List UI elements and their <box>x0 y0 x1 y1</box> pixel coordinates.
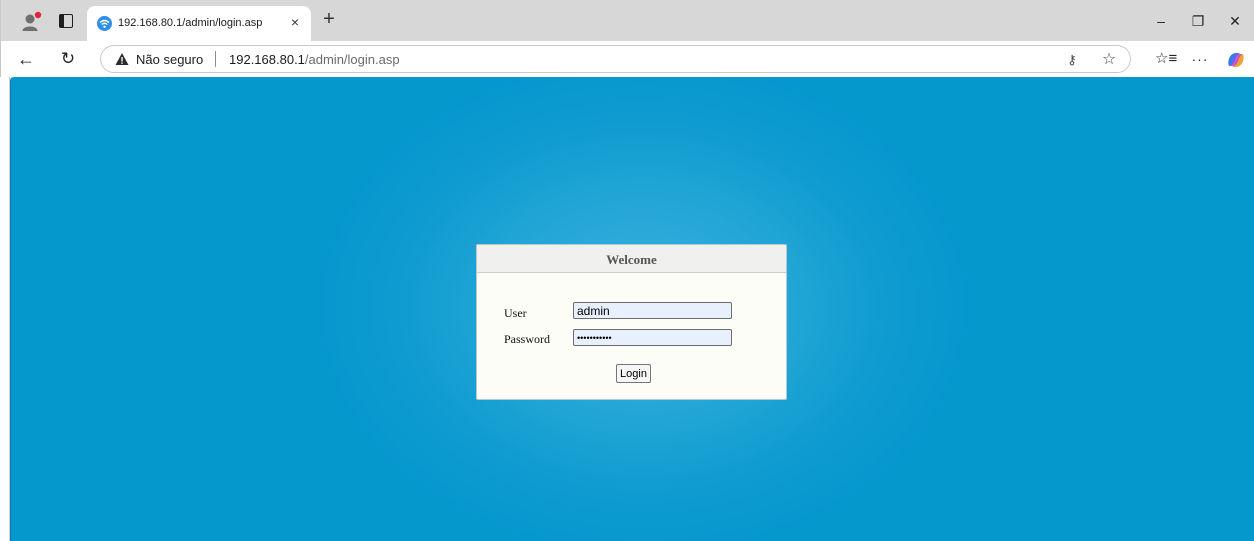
restore-button[interactable]: ❐ <box>1186 10 1210 32</box>
tab-login[interactable]: 192.168.80.1/admin/login.asp × <box>87 6 311 41</box>
new-tab-button[interactable]: + <box>319 9 339 30</box>
profile-icon[interactable] <box>21 11 43 33</box>
key-icon[interactable]: ⚷ <box>1063 51 1081 69</box>
wifi-favicon-icon <box>97 16 112 31</box>
copilot-icon[interactable] <box>1225 49 1247 71</box>
close-window-button[interactable]: ✕ <box>1223 10 1247 32</box>
tab-bar: 192.168.80.1/admin/login.asp × + – ❐ ✕ <box>0 0 1254 41</box>
tab-title: 192.168.80.1/admin/login.asp <box>118 17 263 29</box>
url-text[interactable]: 192.168.80.1/admin/login.asp <box>229 52 400 67</box>
refresh-button[interactable]: ↻ <box>57 48 79 70</box>
password-label: Password <box>504 332 551 346</box>
address-bar[interactable]: Não seguro 192.168.80.1/admin/login.asp … <box>100 45 1131 73</box>
url-host: 192.168.80.1 <box>229 52 305 67</box>
star-icon[interactable]: ☆ <box>1099 50 1119 70</box>
login-button[interactable]: Login <box>616 364 651 383</box>
password-input[interactable] <box>573 329 732 346</box>
address-divider <box>215 51 216 67</box>
login-title: Welcome <box>606 252 657 267</box>
login-panel-header: Welcome <box>477 245 786 273</box>
tab-close-button[interactable]: × <box>287 14 303 30</box>
security-status[interactable]: Não seguro <box>136 52 203 67</box>
minimize-button[interactable]: – <box>1149 10 1173 32</box>
back-button[interactable]: ← <box>15 48 37 70</box>
browser-toolbar: ← ↻ Não seguro 192.168.80.1/admin/login.… <box>0 41 1254 77</box>
window-left-edge <box>0 77 10 541</box>
more-icon[interactable]: ··· <box>1189 48 1211 70</box>
user-label: User <box>504 306 527 320</box>
url-path: /admin/login.asp <box>304 52 400 67</box>
favorites-icon[interactable]: ☆≡ <box>1155 48 1177 70</box>
login-panel: Welcome User Password Login <box>476 244 787 400</box>
warning-icon[interactable] <box>115 52 129 66</box>
user-input[interactable] <box>573 302 732 319</box>
tab-actions-icon[interactable] <box>59 14 73 28</box>
